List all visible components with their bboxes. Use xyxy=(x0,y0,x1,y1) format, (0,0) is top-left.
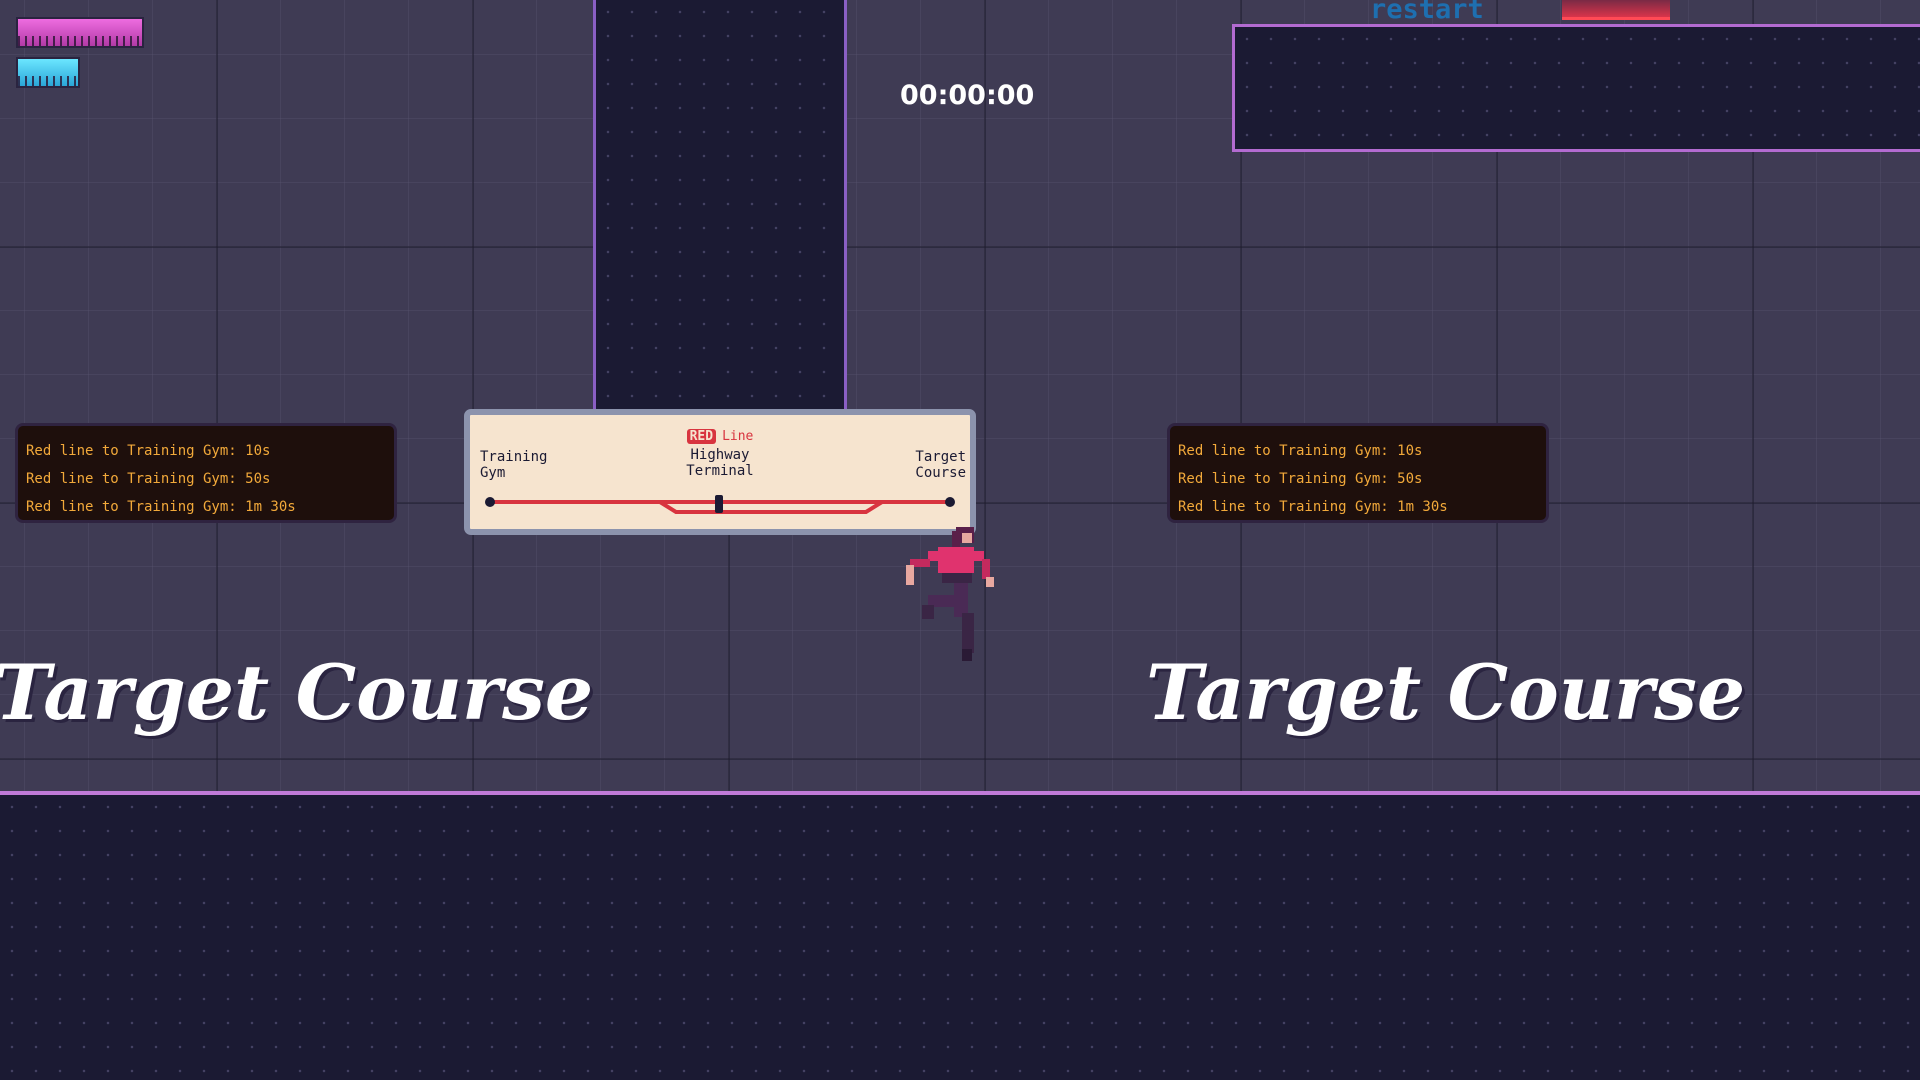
info-board-right: Red line to Training Gym: 10s Red line t… xyxy=(1167,423,1549,523)
upper-platform xyxy=(1232,24,1920,152)
run-timer: 00:00:00 xyxy=(900,80,1035,111)
dark-pillar-wall xyxy=(593,0,847,412)
route-stop-dot-icon xyxy=(945,497,955,507)
player-character-icon xyxy=(906,527,994,661)
course-title-right: Target Course xyxy=(1146,648,1746,737)
floor-platform xyxy=(0,791,1920,1080)
stamina-bar-ticks xyxy=(18,76,78,86)
route-map-icon xyxy=(485,495,955,514)
restart-button[interactable]: restart xyxy=(1370,0,1484,25)
info-board-left: Red line to Training Gym: 10s Red line t… xyxy=(15,423,397,523)
course-title-left: Target Course xyxy=(0,648,594,737)
game-scene: 00:00:00 restart Red line to Training Gy… xyxy=(0,0,1920,1080)
board-line: Red line to Training Gym: 1m 30s xyxy=(26,499,296,515)
current-position-marker-icon xyxy=(715,495,723,513)
board-line: Red line to Training Gym: 50s xyxy=(1178,471,1423,487)
health-bar-ticks xyxy=(18,36,142,46)
red-trigger-pad xyxy=(1562,0,1670,20)
route-stop-dot-icon xyxy=(485,497,495,507)
health-bar xyxy=(16,17,144,48)
station-route-sign: RED Line Training Gym Highway Terminal Ta… xyxy=(464,409,976,535)
board-line: Red line to Training Gym: 50s xyxy=(26,471,271,487)
board-line: Red line to Training Gym: 10s xyxy=(1178,443,1423,459)
stamina-bar xyxy=(16,57,80,88)
board-line: Red line to Training Gym: 10s xyxy=(26,443,271,459)
board-line: Red line to Training Gym: 1m 30s xyxy=(1178,499,1448,515)
